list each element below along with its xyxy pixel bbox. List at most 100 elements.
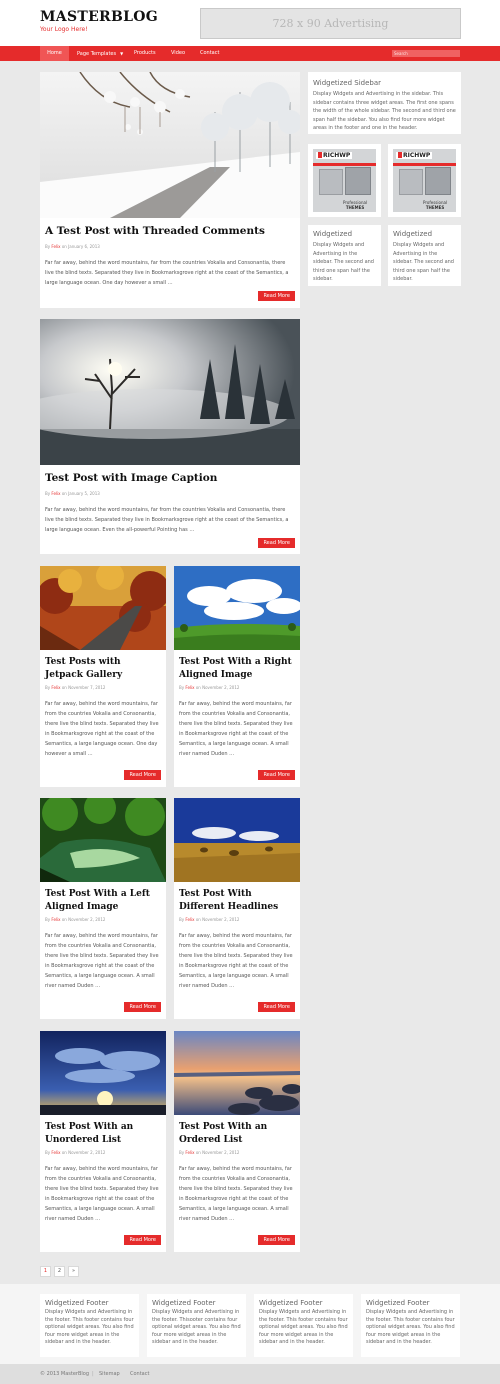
post-excerpt: Far far away, behind the word mountains,… xyxy=(45,701,159,757)
post-author-link[interactable]: Felix xyxy=(185,917,194,922)
post-card: A Test Post with Threaded Comments By Fe… xyxy=(40,72,300,308)
main-nav: Home Page Templates ▼ Products Video Cont… xyxy=(0,46,500,61)
post-title[interactable]: Test Posts with Jetpack Gallery xyxy=(45,656,161,682)
post-thumbnail[interactable] xyxy=(40,319,300,465)
widget-text: Display Widgets and Advertising in the f… xyxy=(45,1309,134,1345)
copyright-text: © 2013 MasterBlog xyxy=(40,1371,90,1377)
post-thumbnail[interactable] xyxy=(174,566,300,650)
read-more-button[interactable]: Read More xyxy=(258,1002,295,1012)
post-title[interactable]: Test Post With an Unordered List xyxy=(45,1121,161,1147)
site-title[interactable]: MASTERBLOG xyxy=(40,9,158,25)
post-card: Test Post With an Unordered List By Feli… xyxy=(40,1031,166,1252)
nav-item-home[interactable]: Home xyxy=(40,46,69,61)
widget-text: Display Widgets and Advertising in the f… xyxy=(366,1309,455,1345)
read-more-button[interactable]: Read More xyxy=(124,1235,161,1245)
post-excerpt: Far far away, behind the word mountains,… xyxy=(45,260,289,286)
post-card: Test Post With a Left Aligned Image By F… xyxy=(40,798,166,1019)
post-meta: By Felix on November 7, 2012 xyxy=(45,685,106,690)
post-meta: By Felix on November 2, 2012 xyxy=(45,917,106,922)
read-more-button[interactable]: Read More xyxy=(258,770,295,780)
post-thumbnail[interactable] xyxy=(40,798,166,882)
post-title[interactable]: Test Post With a Right Aligned Image xyxy=(179,656,295,682)
richwp-logo: RICHWP xyxy=(396,152,433,159)
post-author-link[interactable]: Felix xyxy=(185,685,194,690)
header: MASTERBLOG Your Logo Here! 728 x 90 Adve… xyxy=(0,0,500,46)
post-card: Test Posts with Jetpack Gallery By Felix… xyxy=(40,566,166,787)
post-excerpt: Far far away, behind the word mountains,… xyxy=(45,1166,159,1222)
post-thumbnail[interactable] xyxy=(40,72,300,218)
footer-separator: | xyxy=(92,1371,94,1377)
read-more-button[interactable]: Read More xyxy=(258,1235,295,1245)
search-input[interactable] xyxy=(392,50,460,57)
post-title[interactable]: Test Post With Different Headlines xyxy=(179,888,295,914)
post-author-link[interactable]: Felix xyxy=(185,1150,194,1155)
post-author-link[interactable]: Felix xyxy=(51,917,60,922)
richwp-logo: RICHWP xyxy=(316,152,353,159)
post-excerpt: Far far away, behind the word mountains,… xyxy=(179,1166,293,1222)
sidebar-widget: Widgetized Sidebar Display Widgets and A… xyxy=(308,72,461,134)
post-title[interactable]: Test Post with Image Caption xyxy=(45,472,295,485)
footer-widget: Widgetized Footer Display Widgets and Ad… xyxy=(361,1294,460,1357)
widget-title: Widgetized Footer xyxy=(366,1299,430,1307)
post-meta: By Felix on January 6, 2013 xyxy=(45,244,100,249)
sidebar-widget-half: Widgetized Display Widgets and Advertisi… xyxy=(388,225,461,286)
widget-text: Display Widgets and Advertising in the s… xyxy=(313,91,456,131)
post-thumbnail[interactable] xyxy=(40,1031,166,1115)
post-author-link[interactable]: Felix xyxy=(51,491,60,496)
post-title[interactable]: Test Post With an Ordered List xyxy=(179,1121,295,1147)
post-thumbnail[interactable] xyxy=(174,798,300,882)
widget-text: Display Widgets and Advertising in the s… xyxy=(393,242,454,282)
post-excerpt: Far far away, behind the word mountains,… xyxy=(179,933,293,989)
widget-text: Display Widgets and Advertising in the f… xyxy=(152,1309,241,1345)
nav-item-page-templates[interactable]: Page Templates ▼ xyxy=(70,46,130,61)
widget-title: Widgetized Sidebar xyxy=(313,79,381,87)
footer-bottom-bar: © 2013 MasterBlog | Sitemap Contact xyxy=(0,1364,500,1384)
post-meta: By Felix on November 2, 2012 xyxy=(179,917,240,922)
post-thumbnail[interactable] xyxy=(40,566,166,650)
footer-link-sitemap[interactable]: Sitemap xyxy=(99,1364,120,1384)
nav-item-video[interactable]: Video xyxy=(164,46,192,61)
widget-text: Display Widgets and Advertising in the s… xyxy=(313,242,374,282)
post-meta: By Felix on November 2, 2012 xyxy=(179,1150,240,1155)
post-meta: By Felix on November 2, 2012 xyxy=(179,685,240,690)
post-card: Test Post With an Ordered List By Felix … xyxy=(174,1031,300,1252)
post-thumbnail[interactable] xyxy=(174,1031,300,1115)
footer-link-contact[interactable]: Contact xyxy=(130,1364,149,1384)
post-excerpt: Far far away, behind the word mountains,… xyxy=(45,507,289,533)
chevron-down-icon: ▼ xyxy=(120,51,124,56)
pagination-page-2[interactable]: 2 xyxy=(54,1266,65,1277)
footer-widget: Widgetized Footer Display Widgets and Ad… xyxy=(40,1294,139,1357)
widget-title: Widgetized Footer xyxy=(152,1299,216,1307)
ad-caption: Professional THEMES xyxy=(343,200,368,210)
ad-caption: Professional THEMES xyxy=(423,200,448,210)
widget-title: Widgetized Footer xyxy=(45,1299,109,1307)
sidebar-ad[interactable]: RICHWP Professional THEMES xyxy=(308,144,381,217)
read-more-button[interactable]: Read More xyxy=(124,1002,161,1012)
nav-item-contact[interactable]: Contact xyxy=(193,46,226,61)
post-meta: By Felix on November 2, 2012 xyxy=(45,1150,106,1155)
ad-image: RICHWP Professional THEMES xyxy=(393,149,456,212)
sidebar-ad[interactable]: RICHWP Professional THEMES xyxy=(388,144,461,217)
widget-text: Display Widgets and Advertising in the f… xyxy=(259,1309,348,1345)
footer-widget: Widgetized Footer Display Widgets and Ad… xyxy=(147,1294,246,1357)
nav-item-products[interactable]: Products xyxy=(127,46,163,61)
post-meta: By Felix on January 5, 2013 xyxy=(45,491,100,496)
pagination-page-1[interactable]: 1 xyxy=(40,1266,51,1277)
pagination-next[interactable]: » xyxy=(68,1266,79,1277)
post-card: Test Post with Image Caption By Felix on… xyxy=(40,319,300,554)
widget-title: Widgetized Footer xyxy=(259,1299,323,1307)
header-ad-banner[interactable]: 728 x 90 Advertising xyxy=(200,8,461,39)
post-excerpt: Far far away, behind the word mountains,… xyxy=(179,701,293,757)
read-more-button[interactable]: Read More xyxy=(124,770,161,780)
footer-widget: Widgetized Footer Display Widgets and Ad… xyxy=(254,1294,353,1357)
post-author-link[interactable]: Felix xyxy=(51,685,60,690)
post-author-link[interactable]: Felix xyxy=(51,1150,60,1155)
read-more-button[interactable]: Read More xyxy=(258,538,295,548)
post-card: Test Post With Different Headlines By Fe… xyxy=(174,798,300,1019)
post-excerpt: Far far away, behind the word mountains,… xyxy=(45,933,159,989)
site-logo[interactable]: MASTERBLOG Your Logo Here! xyxy=(40,9,158,33)
read-more-button[interactable]: Read More xyxy=(258,291,295,301)
post-title[interactable]: Test Post With a Left Aligned Image xyxy=(45,888,161,914)
post-author-link[interactable]: Felix xyxy=(51,244,60,249)
post-title[interactable]: A Test Post with Threaded Comments xyxy=(45,225,295,238)
